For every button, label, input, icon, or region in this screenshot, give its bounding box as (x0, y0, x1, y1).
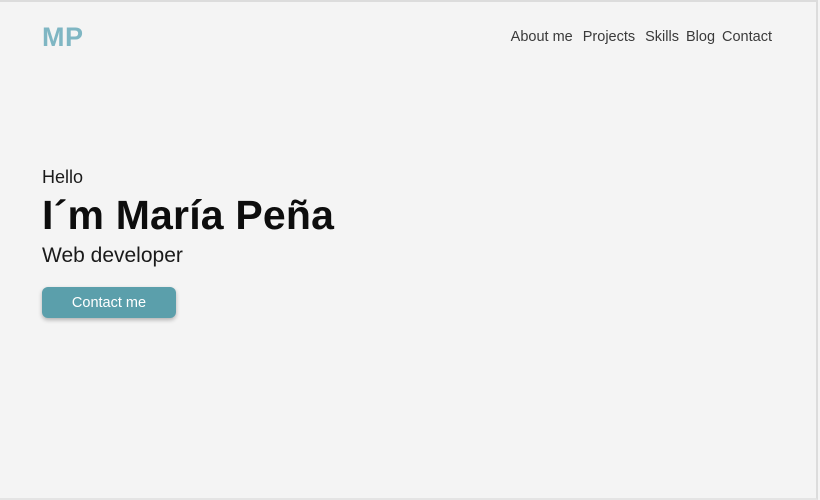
site-header: MP About me Projects Skills Blog Contact (42, 20, 772, 54)
hero-section: Hello I´m María Peña Web developer Conta… (42, 166, 334, 318)
main-nav: About me Projects Skills Blog Contact (511, 29, 772, 45)
nav-link-skills[interactable]: Skills (645, 29, 679, 45)
nav-link-contact[interactable]: Contact (722, 29, 772, 45)
logo[interactable]: MP (42, 22, 84, 53)
nav-link-about[interactable]: About me (511, 29, 573, 45)
hero-greeting: Hello (42, 167, 84, 187)
contact-me-button[interactable]: Contact me (42, 287, 176, 318)
page-frame: MP About me Projects Skills Blog Contact… (0, 0, 818, 500)
nav-link-projects[interactable]: Projects (583, 29, 635, 45)
hero-name: I´m María Peña (42, 192, 335, 238)
hero-role: Web developer (42, 244, 183, 267)
nav-link-blog[interactable]: Blog (686, 29, 715, 45)
